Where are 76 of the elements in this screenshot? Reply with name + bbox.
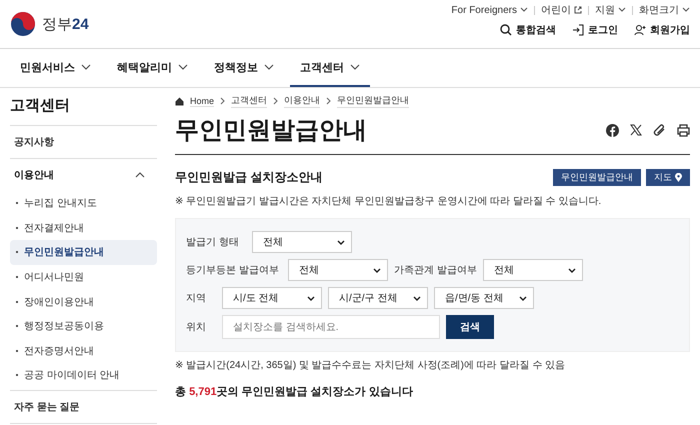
chevron-down-icon — [350, 64, 360, 70]
chevron-icon — [135, 172, 145, 178]
home-icon — [175, 96, 184, 106]
chevron-down-icon — [178, 64, 188, 70]
nav-tab[interactable]: 혜택알리미 — [107, 49, 198, 87]
form-label: 위치 — [186, 321, 207, 334]
action-button[interactable]: 무인민원발급안내 — [553, 169, 641, 186]
section-title: 무인민원발급 설치장소안내 — [175, 169, 322, 186]
chevron-down-icon — [373, 268, 381, 272]
notice-text: ※ 무인민원발급기 발급시간은 자치단체 무인민원발급창구 운영시간에 따라 달라질 수 있습니다. — [175, 195, 602, 208]
chevron-right-icon — [273, 97, 278, 105]
chevron-down-icon — [618, 7, 626, 13]
sidebar-subitem[interactable]: 전자증명서안내 — [10, 338, 157, 364]
breadcrumb-link[interactable]: 무인민원발급안내 — [337, 94, 410, 108]
page-title: 무인민원발급안내 — [175, 116, 367, 146]
sidebar-subitem[interactable]: 공공 마이데이터 안내 — [10, 363, 157, 388]
form-label: 등기부등본 발급여부 — [186, 264, 280, 277]
breadcrumb-link[interactable]: 고객센터 — [231, 94, 268, 108]
dropdown[interactable]: 전체 — [482, 259, 583, 281]
header-action-link[interactable]: 회원가입 — [634, 23, 690, 37]
sidebar-title: 고객센터 — [10, 88, 157, 126]
breadcrumb-link[interactable]: 이용안내 — [284, 94, 320, 108]
sidebar-subitem[interactable]: 행정정보공동이용 — [10, 314, 157, 339]
emblem-icon — [10, 11, 36, 37]
header-action-link[interactable]: 로그인 — [572, 23, 618, 37]
nav-tab[interactable]: 정책정보 — [204, 49, 284, 87]
chevron-down-icon — [568, 268, 576, 272]
utility-link[interactable]: 어린이 — [541, 3, 582, 17]
facebook-icon[interactable] — [606, 124, 619, 136]
sidebar-item[interactable]: 공지사항 — [10, 126, 157, 158]
action-button[interactable]: 지도 — [646, 169, 690, 186]
chevron-down-icon — [520, 7, 528, 13]
chevron-down-icon — [337, 240, 345, 244]
user-plus-icon — [634, 24, 646, 36]
chevron-down-icon — [682, 7, 690, 13]
search-button[interactable]: 검색 — [446, 315, 494, 339]
chevron-down-icon — [264, 64, 274, 70]
dropdown[interactable]: 전체 — [252, 231, 352, 253]
dropdown[interactable]: 읍/면/동 전체 — [434, 287, 534, 309]
nav-tab[interactable]: 민원서비스 — [10, 49, 101, 87]
chevron-down-icon — [307, 296, 315, 300]
footnote-text: ※ 발급시간(24시간, 365일) 및 발급수수료는 자치단체 사정(조례)에 따라 달라질 수 있음 — [175, 359, 566, 372]
print-icon[interactable] — [677, 124, 690, 136]
utility-link[interactable]: 화면크기 — [639, 3, 690, 17]
x-icon[interactable] — [630, 124, 642, 136]
dropdown[interactable]: 전체 — [288, 259, 388, 281]
utility-link[interactable]: 지원 — [595, 3, 626, 17]
utility-link[interactable]: For Foreigners — [451, 4, 528, 16]
sidebar-subitem[interactable]: 전자결제안내 — [10, 216, 157, 240]
header-action-link[interactable]: 통합검색 — [500, 23, 556, 37]
nav-tab[interactable]: 고객센터 — [290, 49, 370, 87]
sidebar-subitem[interactable]: 장애인이용안내 — [10, 289, 157, 314]
form-label: 지역 — [186, 292, 207, 305]
search-icon — [500, 24, 512, 36]
dropdown[interactable]: 시/도 전체 — [222, 287, 322, 309]
form-label: 가족관계 발급여부 — [394, 264, 477, 277]
sidebar-subitem[interactable]: 누리집 안내지도 — [10, 191, 157, 216]
logo-text[interactable]: 정부24 — [42, 14, 89, 34]
chevron-down-icon — [81, 64, 91, 70]
sidebar-subitem[interactable]: 무인민원발급안내 — [10, 240, 157, 265]
external-link-icon — [574, 6, 582, 14]
sidebar-subitem[interactable]: 어디서나민원 — [10, 264, 157, 290]
breadcrumb-link[interactable]: Home — [190, 96, 214, 106]
result-count-text: 총 5,791곳의 무인민원발급 설치장소가 있습니다 — [175, 385, 414, 399]
paperclip-icon[interactable] — [653, 124, 666, 136]
dropdown[interactable]: 시/군/구 전체 — [328, 287, 428, 309]
chevron-down-icon — [413, 296, 421, 300]
chevron-right-icon — [220, 97, 226, 105]
map-pin-icon — [675, 173, 682, 182]
sidebar-item[interactable]: 이용안내 — [10, 159, 157, 191]
location-search-field[interactable]: 설치장소를 검색하세요. — [222, 315, 440, 339]
sidebar-item[interactable]: 자주 묻는 질문 — [10, 390, 157, 423]
chevron-right-icon — [326, 97, 332, 105]
login-icon — [572, 24, 584, 36]
chevron-down-icon — [519, 296, 527, 300]
form-label: 발급기 형태 — [186, 236, 240, 249]
